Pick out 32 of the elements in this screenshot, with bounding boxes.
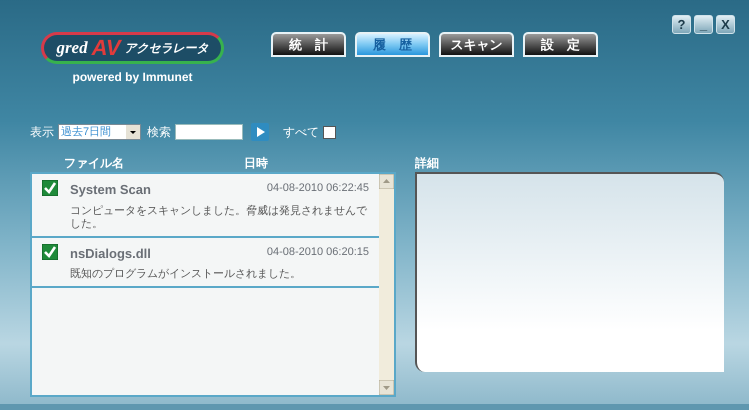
search-label: 検索 [147,124,171,141]
window-control-button[interactable]: _ [694,15,713,34]
all-checkbox[interactable] [323,126,336,138]
search-field[interactable] [175,124,243,140]
history-row[interactable]: nsDialogs.dll 04-08-2010 06:20:15 既知のプログラムがインストールされました。 [32,238,379,288]
date-time: 04-08-2010 06:22:45 [266,181,369,196]
filter-label: 表示 [30,124,54,141]
scroll-up-icon[interactable] [379,174,394,189]
column-header: 日時 [244,155,268,170]
file-name: nsDialogs.dll [70,244,151,263]
logo-tagline: powered by Immunet [72,69,193,86]
window-control-button[interactable]: ? [672,15,691,34]
all-label: すべて [283,124,319,141]
column-header: ファイル名 [64,155,125,170]
window-control-button[interactable]: X [716,15,735,34]
period-dropdown[interactable]: 過去7日間 [58,124,141,140]
tab[interactable]: 統 計 [271,32,346,57]
event-description: コンピュータをスキャンしました。脅威は発見されませんでした。 [70,204,368,230]
scrollbar[interactable] [379,174,394,395]
file-name: System Scan [70,181,151,199]
dropdown-value: 過去7日間 [60,124,112,140]
logo-product: アクセラレータ [124,40,209,57]
event-description: 既知のプログラムがインストールされました。 [70,268,302,281]
logo-mark: AV [92,37,121,59]
logo-brand: gred [56,37,88,60]
tab[interactable]: 設 定 [523,32,598,57]
scroll-down-icon[interactable] [379,380,394,395]
details-label: 詳細 [415,155,440,170]
date-time: 04-08-2010 06:20:15 [266,244,369,260]
play-icon[interactable] [251,123,269,141]
tab[interactable]: スキャン [439,32,514,57]
tab[interactable]: 履 歴 [355,32,430,57]
